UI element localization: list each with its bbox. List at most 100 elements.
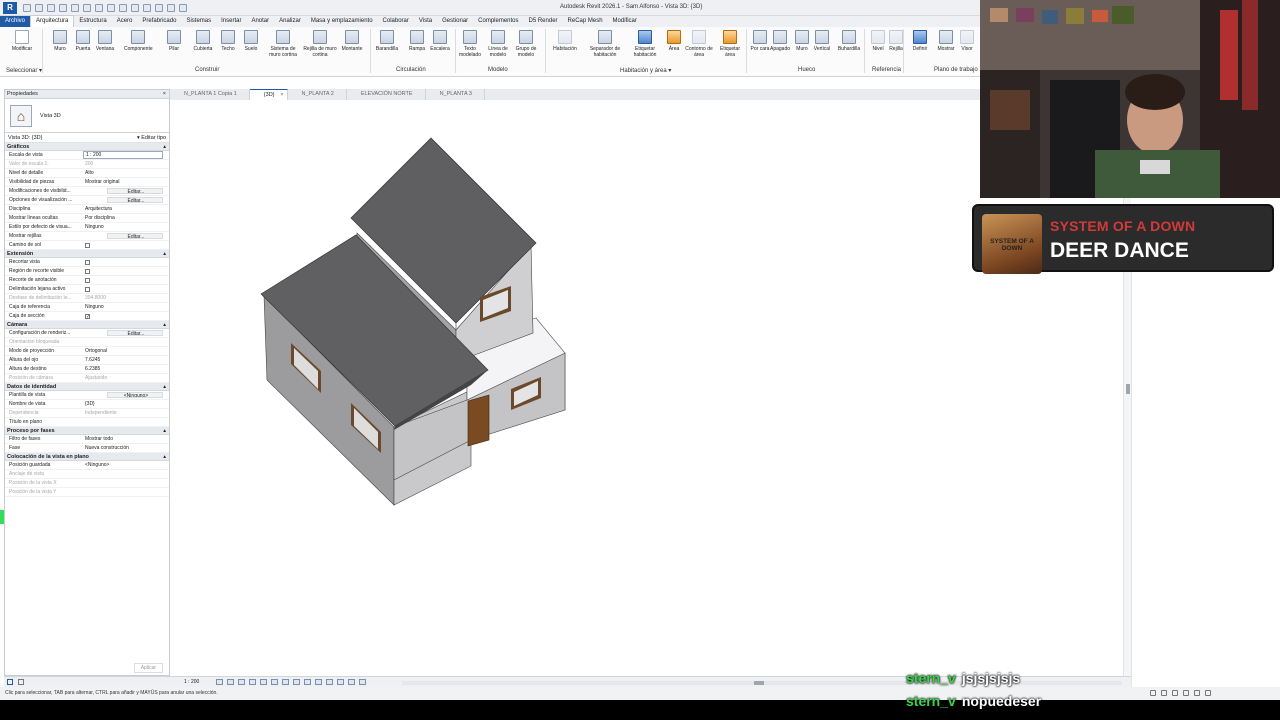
floor-button[interactable]: Suelo bbox=[237, 30, 265, 52]
apply-button[interactable]: Aplicar bbox=[133, 663, 163, 673]
print-icon[interactable] bbox=[83, 3, 91, 12]
checkbox[interactable]: ✓ bbox=[85, 314, 90, 320]
close-icon[interactable]: × bbox=[280, 90, 283, 100]
checkbox[interactable] bbox=[85, 243, 90, 248]
property-group-header[interactable]: Cámara bbox=[5, 321, 169, 329]
scroll-thumb[interactable] bbox=[754, 681, 764, 685]
ribbon-tab[interactable]: Modificar bbox=[608, 16, 642, 27]
thin-lines-icon[interactable] bbox=[155, 3, 163, 12]
dormer-button[interactable]: Buhardilla bbox=[834, 30, 864, 52]
property-value[interactable]: 1 : 200 bbox=[83, 151, 163, 159]
properties-toggle-icon[interactable] bbox=[7, 679, 13, 685]
window-button[interactable]: Ventana bbox=[91, 30, 119, 52]
tag-area-button[interactable]: Etiquetar área bbox=[716, 30, 744, 58]
ribbon-tab[interactable]: Vista bbox=[414, 16, 437, 27]
property-value[interactable] bbox=[83, 285, 169, 293]
visual-style-icon[interactable] bbox=[227, 679, 234, 685]
open-icon[interactable] bbox=[23, 3, 31, 12]
room-separator-button[interactable]: Separador de habitación bbox=[588, 30, 622, 58]
property-group-header[interactable]: Colocación de la vista en plano bbox=[5, 453, 169, 461]
view-scale[interactable]: 1 : 200 bbox=[184, 679, 199, 685]
drag-elements-icon[interactable] bbox=[1194, 690, 1200, 696]
ribbon-tab[interactable]: Masa y emplazamiento bbox=[306, 16, 378, 27]
panel-label-habitacion-area[interactable]: Habitación y área ▾ bbox=[620, 67, 671, 74]
sun-path-icon[interactable] bbox=[238, 679, 245, 685]
shadows-icon[interactable] bbox=[249, 679, 256, 685]
project-browser-icon[interactable] bbox=[18, 679, 24, 685]
section-icon[interactable] bbox=[143, 3, 151, 12]
property-value[interactable]: Editar... bbox=[107, 233, 163, 239]
roof-button[interactable]: Cubierta bbox=[189, 30, 217, 52]
switch-windows-icon[interactable] bbox=[179, 3, 187, 12]
select-pinned-icon[interactable] bbox=[1172, 690, 1178, 696]
ribbon-tab[interactable]: Colaborar bbox=[378, 16, 414, 27]
instance-selector[interactable]: Vista 3D: {3D} bbox=[8, 135, 42, 141]
property-value[interactable]: Editar... bbox=[107, 330, 163, 336]
select-links-icon[interactable] bbox=[1150, 690, 1156, 696]
ribbon-tab[interactable]: Estructura bbox=[74, 16, 111, 27]
room-button[interactable]: Habitación bbox=[551, 30, 579, 52]
property-value[interactable] bbox=[83, 241, 169, 249]
view-tab[interactable]: N_PLANTA 3 bbox=[426, 89, 485, 100]
tag-room-button[interactable]: Etiquetar habitación bbox=[629, 30, 661, 58]
lock-view-icon[interactable] bbox=[293, 679, 300, 685]
type-selector[interactable]: ⌂ Vista 3D bbox=[5, 99, 169, 133]
highlight-displacement-icon[interactable] bbox=[359, 679, 366, 685]
redo-icon[interactable] bbox=[71, 3, 79, 12]
set-workplane-button[interactable]: Definir bbox=[906, 30, 934, 52]
ribbon-tab[interactable]: Gestionar bbox=[437, 16, 473, 27]
filter-icon[interactable] bbox=[1205, 690, 1211, 696]
close-icon[interactable]: × bbox=[163, 90, 166, 99]
property-group-header[interactable]: Proceso por fases bbox=[5, 427, 169, 435]
property-group-header[interactable]: Datos de identidad bbox=[5, 383, 169, 391]
scroll-thumb[interactable] bbox=[1126, 384, 1130, 394]
default-3d-view-icon[interactable] bbox=[131, 3, 139, 12]
property-group-header[interactable]: Gráficos bbox=[5, 143, 169, 151]
stair-button[interactable]: Escalera bbox=[426, 30, 454, 52]
ribbon-tab[interactable]: Analizar bbox=[274, 16, 306, 27]
reveal-hidden-icon[interactable] bbox=[315, 679, 322, 685]
checkbox[interactable] bbox=[85, 269, 90, 274]
show-crop-icon[interactable] bbox=[282, 679, 289, 685]
undo-icon[interactable] bbox=[59, 3, 67, 12]
property-value[interactable]: <Ninguno> bbox=[107, 392, 163, 398]
view-tab[interactable]: N_PLANTA 1 Copia 1 bbox=[170, 89, 250, 100]
constraints-icon[interactable] bbox=[348, 679, 355, 685]
checkbox[interactable] bbox=[85, 278, 90, 283]
property-group-header[interactable]: Extensión bbox=[5, 250, 169, 258]
render-icon[interactable] bbox=[260, 679, 267, 685]
mullion-button[interactable]: Montante bbox=[338, 30, 366, 52]
model-line-button[interactable]: Línea de modelo bbox=[484, 30, 512, 58]
select-underlay-icon[interactable] bbox=[1161, 690, 1167, 696]
property-value[interactable] bbox=[83, 258, 169, 266]
detail-level-icon[interactable] bbox=[216, 679, 223, 685]
modify-button[interactable]: Modificar bbox=[8, 30, 36, 52]
viewer-button[interactable]: Visor bbox=[956, 30, 978, 52]
dimension-icon[interactable] bbox=[107, 3, 115, 12]
ribbon-tab[interactable]: Prefabricado bbox=[137, 16, 181, 27]
property-value[interactable]: ✓ bbox=[83, 312, 169, 320]
sync-icon[interactable] bbox=[47, 3, 55, 12]
checkbox[interactable] bbox=[85, 287, 90, 292]
crop-view-icon[interactable] bbox=[271, 679, 278, 685]
worksharing-icon[interactable] bbox=[326, 679, 333, 685]
analytical-model-icon[interactable] bbox=[337, 679, 344, 685]
model-text-button[interactable]: Texto modelado bbox=[456, 30, 484, 58]
property-value[interactable]: Editar... bbox=[107, 188, 163, 194]
close-hidden-windows-icon[interactable] bbox=[167, 3, 175, 12]
railing-button[interactable]: Barandilla bbox=[373, 30, 401, 52]
view-tab[interactable]: {3D} × bbox=[249, 89, 288, 100]
curtain-system-button[interactable]: Sistema de muro cortina bbox=[266, 30, 300, 58]
ribbon-tab[interactable]: Complementos bbox=[473, 16, 523, 27]
property-value[interactable] bbox=[83, 276, 169, 284]
component-button[interactable]: Componente bbox=[124, 30, 153, 52]
property-value[interactable]: Editar... bbox=[107, 197, 163, 203]
column-button[interactable]: Pilar bbox=[160, 30, 188, 52]
curtain-grid-button[interactable]: Rejilla de muro cortina bbox=[303, 30, 337, 58]
ribbon-tab[interactable]: Sistemas bbox=[181, 16, 216, 27]
revit-logo-icon[interactable]: R bbox=[3, 1, 17, 14]
text-icon[interactable] bbox=[119, 3, 127, 12]
edit-type-button[interactable]: ▾ Editar tipo bbox=[137, 135, 166, 141]
area-boundary-button[interactable]: Contorno de área bbox=[684, 30, 714, 58]
ribbon-tab[interactable]: Anotar bbox=[246, 16, 274, 27]
